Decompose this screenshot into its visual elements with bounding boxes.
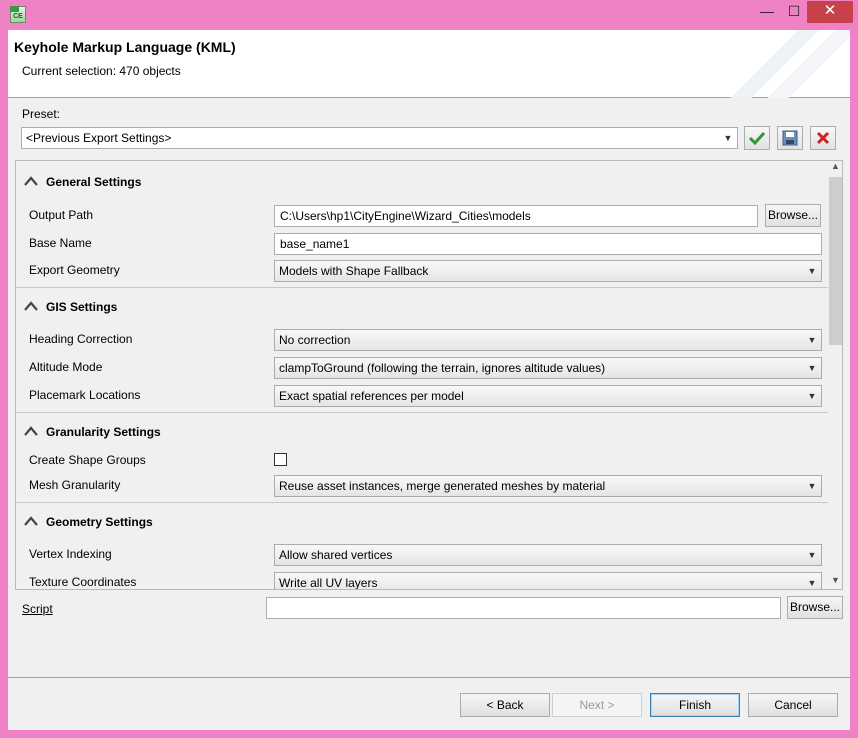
script-path-field[interactable] <box>266 597 781 619</box>
preset-combo[interactable]: <Previous Export Settings> ▼ <box>21 127 738 149</box>
back-button[interactable]: < Back <box>460 693 550 717</box>
mesh-granularity-label: Mesh Granularity <box>29 478 121 492</box>
base-name-field[interactable]: base_name1 <box>274 233 822 255</box>
chevron-down-icon: ▼ <box>807 363 817 373</box>
chevron-down-icon: ▼ <box>723 133 733 143</box>
footer-divider <box>8 677 850 678</box>
maximize-button[interactable]: ☐ <box>780 1 808 23</box>
save-preset-button[interactable] <box>777 126 803 150</box>
altitude-mode-select[interactable]: clampToGround (following the terrain, ig… <box>274 357 822 379</box>
output-path-label: Output Path <box>29 208 94 222</box>
title-bar: CE — ☐ ✕ <box>0 0 858 30</box>
wizard-header: Keyhole Markup Language (KML) Current se… <box>8 30 850 98</box>
save-disk-icon <box>782 130 798 146</box>
chevron-down-icon: ▼ <box>807 578 817 588</box>
settings-scroll-pane[interactable]: General Settings Output Path C:\Users\hp… <box>15 160 843 590</box>
texture-coordinates-label: Texture Coordinates <box>29 575 137 589</box>
altitude-mode-label: Altitude Mode <box>29 360 103 374</box>
finish-button[interactable]: Finish <box>650 693 740 717</box>
chevron-up-icon <box>24 516 38 526</box>
export-geometry-value: Models with Shape Fallback <box>279 264 429 278</box>
section-granularity-header[interactable]: Granularity Settings <box>16 420 828 446</box>
vertex-indexing-select[interactable]: Allow shared vertices ▼ <box>274 544 822 566</box>
section-divider <box>16 502 828 503</box>
next-button[interactable]: Next > <box>552 693 642 717</box>
delete-x-icon <box>816 131 830 145</box>
create-shape-groups-checkbox[interactable] <box>274 453 287 466</box>
section-divider <box>16 412 828 413</box>
altitude-mode-value: clampToGround (following the terrain, ig… <box>279 361 606 375</box>
heading-correction-value: No correction <box>279 333 351 347</box>
dialog-client-area: Keyhole Markup Language (KML) Current se… <box>8 30 850 730</box>
wizard-title: Keyhole Markup Language (KML) <box>14 39 236 55</box>
section-general-title: General Settings <box>46 175 142 189</box>
texture-coordinates-value: Write all UV layers <box>279 576 378 590</box>
scroll-down-arrow-icon[interactable]: ▼ <box>828 575 842 589</box>
checkmark-icon <box>748 131 766 145</box>
export-geometry-label: Export Geometry <box>29 263 120 277</box>
vertex-indexing-value: Allow shared vertices <box>279 548 393 562</box>
section-gis-title: GIS Settings <box>46 300 118 314</box>
close-window-button[interactable]: ✕ <box>807 1 853 23</box>
vertical-scrollbar[interactable]: ▲ ▼ <box>828 161 842 589</box>
header-decoration <box>700 30 850 98</box>
delete-preset-button[interactable] <box>810 126 836 150</box>
preset-label: Preset: <box>22 107 61 121</box>
apply-preset-button[interactable] <box>744 126 770 150</box>
cityengine-app-icon: CE <box>10 6 26 23</box>
heading-correction-label: Heading Correction <box>29 332 133 346</box>
create-shape-groups-label: Create Shape Groups <box>29 453 146 467</box>
cancel-button[interactable]: Cancel <box>748 693 838 717</box>
dialog-window: CE — ☐ ✕ Keyhole Markup Language (KML) C… <box>0 0 858 738</box>
placemark-locations-value: Exact spatial references per model <box>279 389 464 403</box>
export-geometry-select[interactable]: Models with Shape Fallback ▼ <box>274 260 822 282</box>
scroll-up-arrow-icon[interactable]: ▲ <box>828 161 842 175</box>
preset-value: <Previous Export Settings> <box>26 131 172 145</box>
chevron-up-icon <box>24 176 38 186</box>
script-browse-button[interactable]: Browse... <box>787 596 843 619</box>
vertex-indexing-label: Vertex Indexing <box>29 547 112 561</box>
script-link[interactable]: Script <box>22 602 53 616</box>
output-path-browse-button[interactable]: Browse... <box>765 204 821 227</box>
section-divider <box>16 287 828 288</box>
section-geometry-header[interactable]: Geometry Settings <box>16 510 828 536</box>
chevron-down-icon: ▼ <box>807 335 817 345</box>
app-icon-text: CE <box>13 13 23 20</box>
texture-coordinates-select[interactable]: Write all UV layers ▼ <box>274 572 822 590</box>
mesh-granularity-value: Reuse asset instances, merge generated m… <box>279 479 606 493</box>
chevron-up-icon <box>24 426 38 436</box>
section-gis-header[interactable]: GIS Settings <box>16 295 828 321</box>
chevron-down-icon: ▼ <box>807 481 817 491</box>
section-geometry-title: Geometry Settings <box>46 515 153 529</box>
placemark-locations-label: Placemark Locations <box>29 388 141 402</box>
chevron-up-icon <box>24 301 38 311</box>
minimize-button[interactable]: — <box>752 1 782 23</box>
base-name-label: Base Name <box>29 236 92 250</box>
chevron-down-icon: ▼ <box>807 550 817 560</box>
placemark-locations-select[interactable]: Exact spatial references per model ▼ <box>274 385 822 407</box>
chevron-down-icon: ▼ <box>807 391 817 401</box>
wizard-subtitle: Current selection: 470 objects <box>22 64 181 78</box>
section-general-header[interactable]: General Settings <box>16 170 828 196</box>
output-path-field[interactable]: C:\Users\hp1\CityEngine\Wizard_Cities\mo… <box>274 205 758 227</box>
mesh-granularity-select[interactable]: Reuse asset instances, merge generated m… <box>274 475 822 497</box>
section-granularity-title: Granularity Settings <box>46 425 161 439</box>
chevron-down-icon: ▼ <box>807 266 817 276</box>
app-icon-corner <box>10 6 19 12</box>
heading-correction-select[interactable]: No correction ▼ <box>274 329 822 351</box>
scrollbar-thumb[interactable] <box>829 177 842 345</box>
